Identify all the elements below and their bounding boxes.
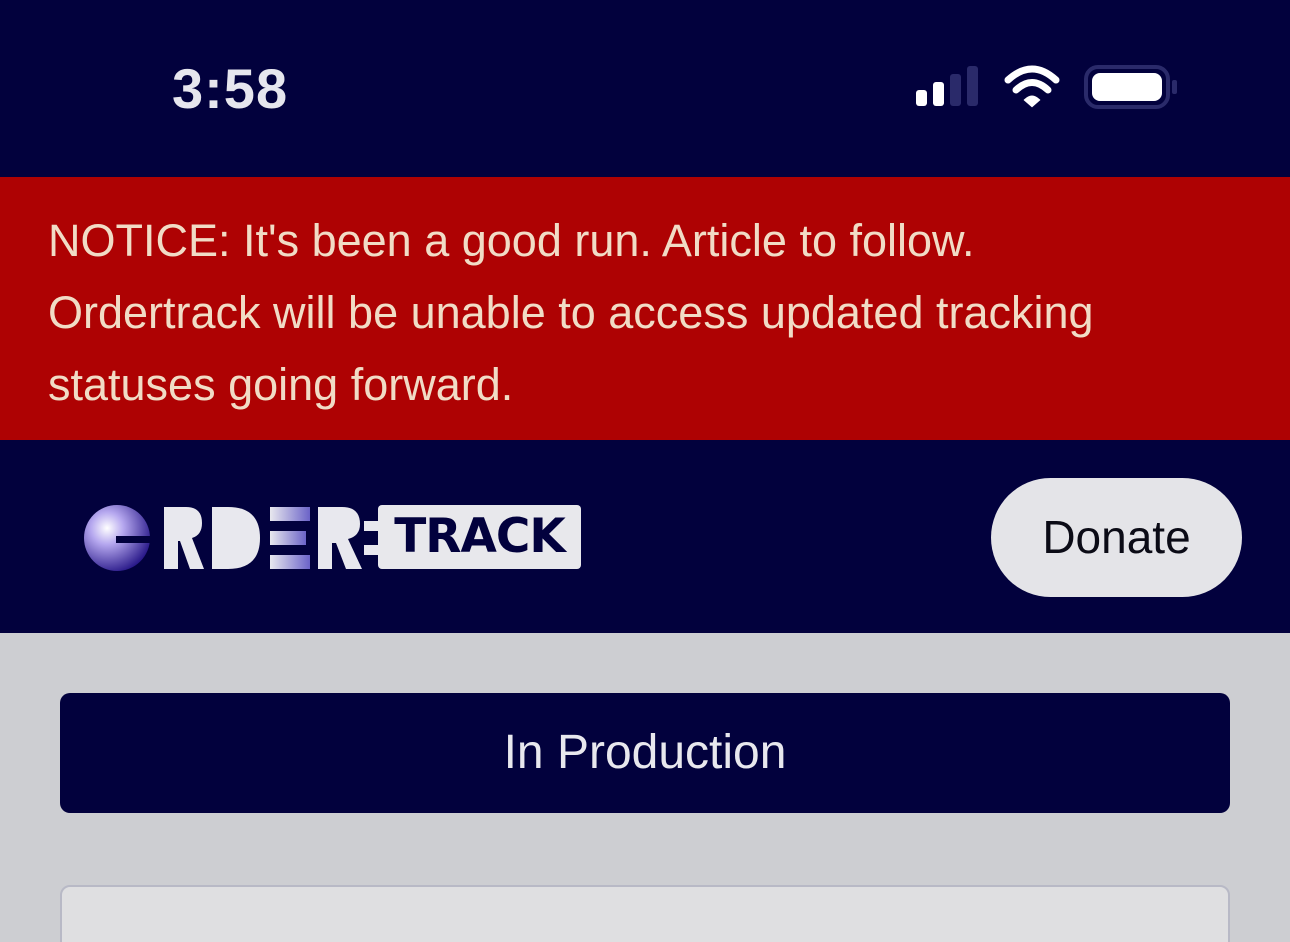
order-details-card — [60, 885, 1230, 942]
status-time: 3:58 — [172, 57, 289, 120]
status-icons — [916, 65, 1177, 109]
wifi-icon — [1004, 65, 1060, 108]
battery-icon — [1084, 65, 1177, 109]
donate-button[interactable]: Donate — [991, 478, 1242, 597]
cellular-signal-icon — [916, 66, 978, 106]
order-status-pill: In Production — [60, 693, 1230, 813]
status-bar: 3:58 — [0, 0, 1290, 177]
notice-line-3: statuses going forward. — [48, 359, 514, 410]
notice-text: NOTICE: It's been a good run. Article to… — [48, 205, 1248, 421]
logo-wordmark-order — [84, 505, 378, 571]
notice-line-2: Ordertrack will be unable to access upda… — [48, 287, 1094, 338]
notice-line-1: NOTICE: It's been a good run. Article to… — [48, 215, 975, 266]
logo-track-badge: TRACK — [378, 505, 581, 569]
